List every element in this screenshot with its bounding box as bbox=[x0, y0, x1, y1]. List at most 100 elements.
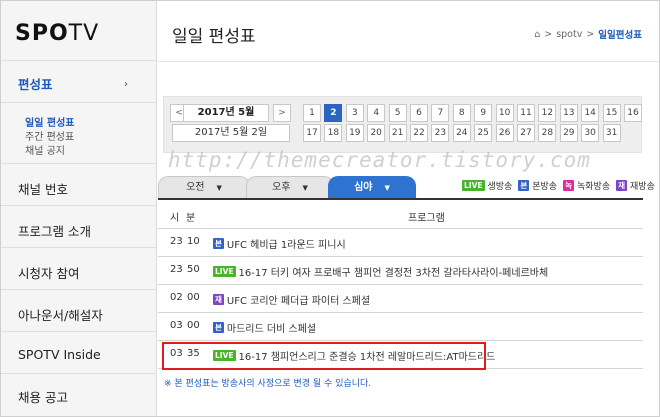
selected-date: 2017년 5월 2일 bbox=[172, 124, 290, 142]
program-title: 16-17 터키 여자 프로배구 챔피언 결정전 3차전 갈라타사라이-페네르바… bbox=[238, 268, 549, 279]
day-button[interactable]: 6 bbox=[410, 104, 428, 122]
day-button[interactable]: 27 bbox=[517, 124, 535, 142]
day-button[interactable]: 19 bbox=[345, 124, 364, 142]
col-min-header: 분 bbox=[186, 213, 196, 224]
legend-rec: 녹 녹화방송 bbox=[563, 180, 611, 192]
breadcrumb-current: 일일편성표 bbox=[598, 30, 642, 41]
sidebar-item-viewers[interactable]: 시청자 참여 bbox=[18, 263, 79, 282]
day-button[interactable]: 1 bbox=[303, 104, 321, 122]
row-hour: 23 bbox=[170, 264, 183, 275]
program-title: UFC 헤비급 1라운드 피니시 bbox=[226, 240, 346, 251]
day-button[interactable]: 24 bbox=[452, 124, 471, 142]
breadcrumb-separator: > bbox=[544, 28, 553, 40]
sidebar-item-channel[interactable]: 채널 번호 bbox=[18, 179, 68, 198]
day-button[interactable]: 25 bbox=[474, 124, 493, 142]
caret-down-icon: ▼ bbox=[216, 184, 222, 192]
day-button[interactable]: 13 bbox=[559, 104, 578, 122]
sidebar-sub-weekly[interactable]: 주간 편성표 bbox=[25, 128, 74, 143]
re-badge: 재 bbox=[616, 180, 628, 191]
schedule-note: ※ 본 편성표는 방송사의 사정으로 변경 될 수 있습니다. bbox=[164, 379, 372, 389]
table-top-border bbox=[158, 198, 643, 200]
row-minute: 10 bbox=[187, 236, 200, 247]
day-button[interactable]: 12 bbox=[538, 104, 557, 122]
table-row[interactable]: LIVE 16-17 터키 여자 프로배구 챔피언 결정전 3차전 갈라타사라이-… bbox=[213, 264, 548, 279]
re-badge: 재 bbox=[213, 294, 224, 305]
rec-badge: 녹 bbox=[563, 180, 574, 191]
home-icon[interactable]: ⌂ bbox=[534, 29, 540, 40]
live-badge: LIVE bbox=[462, 180, 485, 191]
live-badge: LIVE bbox=[213, 266, 236, 277]
bon-badge: 본 bbox=[518, 180, 530, 191]
breadcrumb: ⌂ > spotv > 일일편성표 bbox=[534, 27, 642, 42]
sidebar-divider bbox=[1, 331, 157, 332]
table-row[interactable]: 재 UFC 코리안 페더급 파이터 스페셜 bbox=[213, 292, 370, 307]
day-button[interactable]: 21 bbox=[388, 124, 407, 142]
highlight-box bbox=[162, 342, 486, 370]
sidebar-divider bbox=[1, 205, 157, 206]
day-button[interactable]: 16 bbox=[624, 104, 642, 122]
bon-badge: 본 bbox=[213, 238, 224, 249]
spotv-logo[interactable]: SPOTV bbox=[15, 21, 99, 46]
bon-badge: 본 bbox=[213, 322, 224, 333]
row-hour: 02 bbox=[170, 292, 183, 303]
program-title: UFC 코리안 페더급 파이터 스페셜 bbox=[226, 296, 371, 307]
header-divider bbox=[158, 61, 659, 62]
day-button[interactable]: 26 bbox=[495, 124, 514, 142]
row-minute: 00 bbox=[187, 320, 200, 331]
row-minute: 00 bbox=[187, 292, 200, 303]
day-button[interactable]: 22 bbox=[410, 124, 428, 142]
day-button[interactable]: 14 bbox=[581, 104, 600, 122]
day-button[interactable]: 3 bbox=[345, 104, 364, 122]
day-button[interactable]: 20 bbox=[367, 124, 386, 142]
sidebar-divider bbox=[1, 289, 157, 290]
day-button[interactable]: 8 bbox=[452, 104, 471, 122]
day-button[interactable]: 5 bbox=[388, 104, 407, 122]
sidebar-item-careers[interactable]: 채용 공고 bbox=[18, 387, 68, 406]
day-button[interactable]: 17 bbox=[303, 124, 321, 142]
col-hour-header: 시 bbox=[170, 213, 180, 224]
day-button[interactable]: 23 bbox=[431, 124, 450, 142]
row-hour: 03 bbox=[170, 320, 183, 331]
day-button[interactable]: 29 bbox=[559, 124, 578, 142]
row-hour: 23 bbox=[170, 236, 183, 247]
table-row[interactable]: 본 UFC 헤비급 1라운드 피니시 bbox=[213, 236, 346, 251]
day-button[interactable]: 11 bbox=[517, 104, 535, 122]
caret-down-icon: ▼ bbox=[384, 184, 390, 192]
sidebar-sub-daily[interactable]: 일일 편성표 bbox=[25, 114, 74, 129]
sidebar-item-inside[interactable]: SPOTV Inside bbox=[18, 347, 101, 362]
day-button[interactable]: 4 bbox=[367, 104, 386, 122]
day-button[interactable]: 2 bbox=[324, 104, 343, 122]
day-button[interactable]: 31 bbox=[602, 124, 621, 142]
day-button[interactable]: 30 bbox=[581, 124, 600, 142]
tab-afternoon[interactable]: 오후 ▼ bbox=[246, 176, 334, 198]
table-row[interactable]: 본 마드리드 더비 스페셜 bbox=[213, 320, 316, 335]
legend-bon: 본 본방송 bbox=[518, 180, 558, 192]
tab-morning[interactable]: 오전 ▼ bbox=[158, 176, 250, 198]
row-minute: 50 bbox=[187, 264, 200, 275]
sidebar-item-schedule[interactable]: 편성표 bbox=[18, 74, 53, 93]
chevron-right-icon: › bbox=[124, 79, 128, 90]
sidebar-item-announcers[interactable]: 아나운서/해설자 bbox=[18, 305, 103, 324]
time-tabs: 오전 ▼ 오후 ▼ 심야 ▼ bbox=[158, 176, 416, 198]
day-button[interactable]: 18 bbox=[324, 124, 343, 142]
legend-live: LIVE 생방송 bbox=[462, 180, 513, 192]
day-button[interactable]: 28 bbox=[538, 124, 557, 142]
day-button[interactable]: 7 bbox=[431, 104, 450, 122]
tab-late-night[interactable]: 심야 ▼ bbox=[328, 176, 416, 198]
sidebar-sub-notice[interactable]: 채널 공지 bbox=[25, 142, 65, 157]
row-divider bbox=[158, 256, 643, 257]
day-button[interactable]: 9 bbox=[474, 104, 493, 122]
sidebar: SPOTV 편성표 › 일일 편성표 주간 편성표 채널 공지 채널 번호 프로… bbox=[1, 1, 157, 416]
day-button[interactable]: 10 bbox=[495, 104, 514, 122]
breadcrumb-separator: > bbox=[586, 28, 595, 40]
breadcrumb-spotv[interactable]: spotv bbox=[556, 29, 582, 40]
next-month-button[interactable]: > bbox=[273, 104, 291, 122]
sidebar-item-programs[interactable]: 프로그램 소개 bbox=[18, 221, 91, 240]
day-button[interactable]: 15 bbox=[602, 104, 621, 122]
program-title: 마드리드 더비 스페셜 bbox=[226, 324, 317, 335]
row-divider bbox=[158, 284, 643, 285]
month-label: 2017년 5월 bbox=[183, 104, 269, 122]
caret-down-icon: ▼ bbox=[302, 184, 308, 192]
sidebar-divider bbox=[1, 163, 157, 164]
broadcast-legend: LIVE 생방송 본 본방송 녹 녹화방송 재 재방송 bbox=[462, 179, 655, 192]
